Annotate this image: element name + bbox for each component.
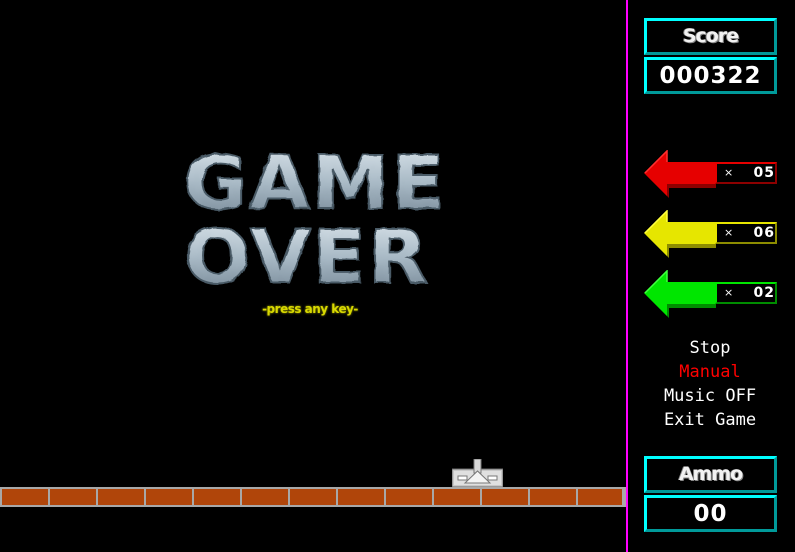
arrow-count-value: 05 <box>753 165 775 181</box>
multiply-icon: × <box>724 226 734 239</box>
floor-brick <box>194 489 240 505</box>
floor-brick <box>50 489 96 505</box>
floor-brick <box>530 489 576 505</box>
player-cannon <box>452 459 503 487</box>
floor-brick <box>146 489 192 505</box>
ammo-value: 00 <box>644 495 777 532</box>
floor-brick <box>482 489 528 505</box>
menu-item-stop[interactable]: Stop <box>628 336 792 360</box>
floor-brick <box>2 489 48 505</box>
multiply-icon: × <box>724 286 734 299</box>
ammo-label: Ammo <box>644 456 777 493</box>
arrow-red-counter: × 05 <box>644 150 778 200</box>
floor-brick <box>290 489 336 505</box>
score-value: 000322 <box>644 57 777 94</box>
arrow-green-counter: × 02 <box>644 270 778 320</box>
menu-item-manual[interactable]: Manual <box>628 360 792 384</box>
game-menu: Stop Manual Music OFF Exit Game <box>628 336 792 432</box>
arrow-yellow-counter: × 06 <box>644 210 778 260</box>
red-arrow-count: × 05 <box>715 162 777 184</box>
green-arrow-count: × 02 <box>715 282 777 304</box>
menu-item-exit-game[interactable]: Exit Game <box>628 408 792 432</box>
game-over-title: GAME OVER <box>182 140 445 300</box>
multiply-icon: × <box>724 166 734 179</box>
floor-brick <box>242 489 288 505</box>
brick-floor <box>0 487 626 507</box>
score-label: Score <box>644 18 777 55</box>
floor-brick <box>578 489 622 505</box>
game-over-line2: OVER <box>184 213 430 300</box>
press-any-key-prompt: -press any key- <box>262 302 358 316</box>
arrow-count-value: 06 <box>753 225 775 241</box>
floor-brick <box>434 489 480 505</box>
arrow-count-value: 02 <box>753 285 775 301</box>
floor-brick <box>338 489 384 505</box>
sidebar: Score 000322 × 05 × 06 × 02 Stop Manual Mus… <box>628 0 795 552</box>
floor-brick <box>98 489 144 505</box>
floor-brick <box>386 489 432 505</box>
menu-item-music-toggle[interactable]: Music OFF <box>628 384 792 408</box>
playfield[interactable]: GAME OVER -press any key- <box>0 0 626 552</box>
yellow-arrow-count: × 06 <box>715 222 777 244</box>
